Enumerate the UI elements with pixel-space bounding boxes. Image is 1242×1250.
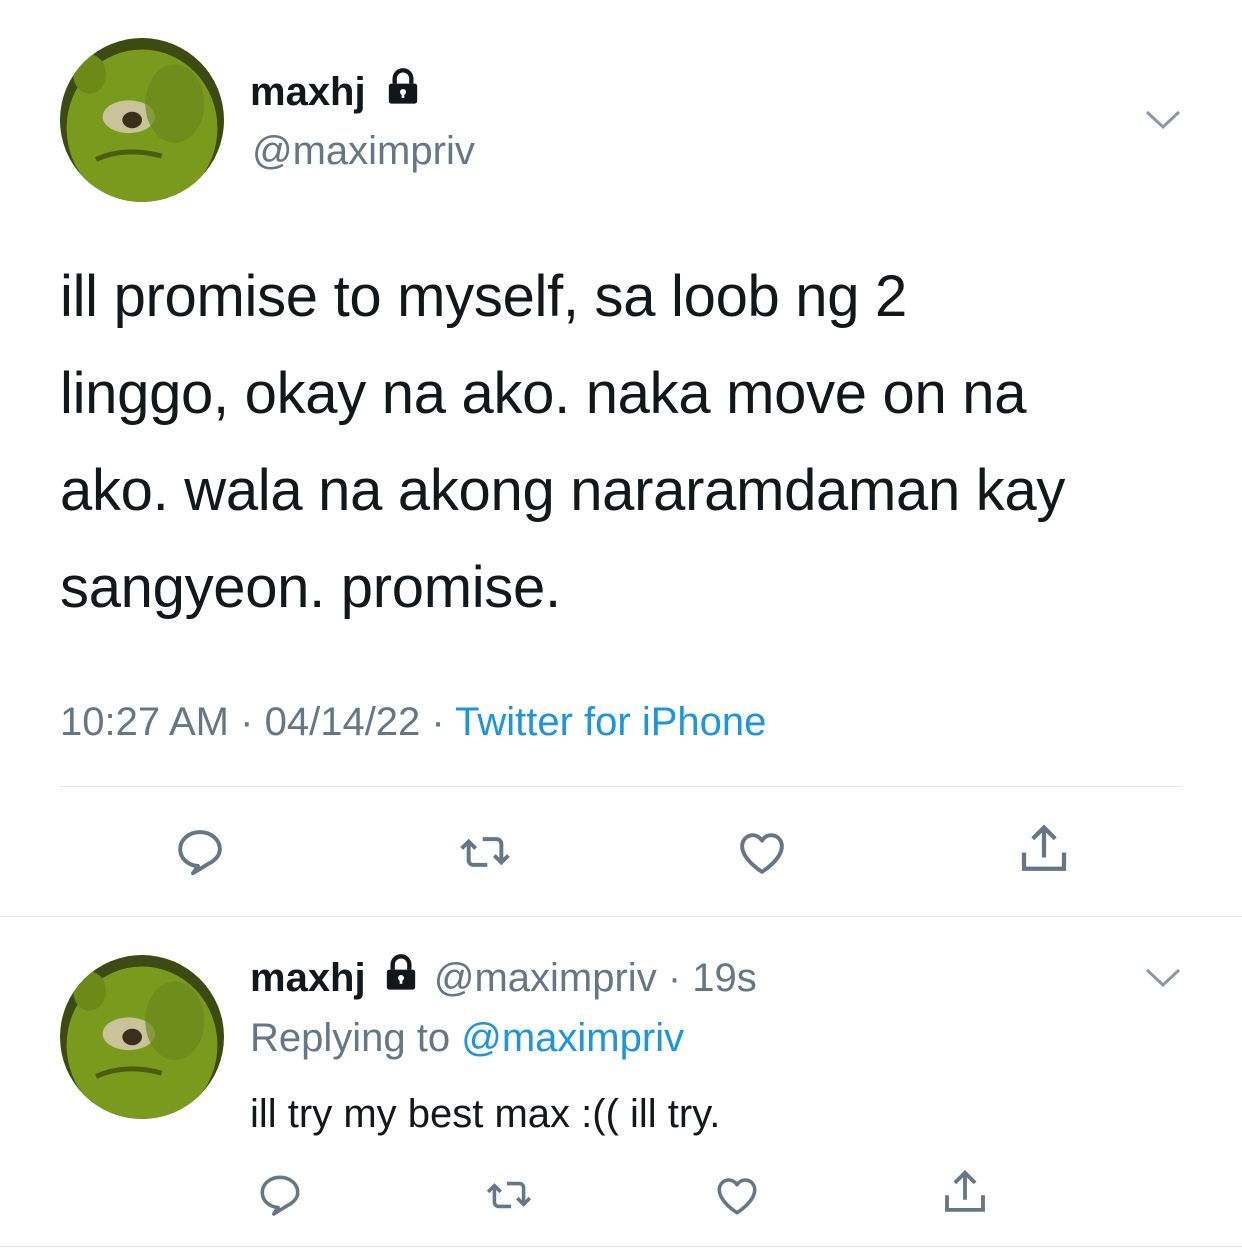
reply-icon (260, 1175, 300, 1216)
tweet-age: 19s (692, 956, 757, 1000)
avatar[interactable] (60, 955, 224, 1119)
divider (60, 786, 1182, 787)
share-icon (945, 1170, 985, 1212)
replying-to: Replying to @maximpriv (250, 1018, 684, 1058)
display-name[interactable]: maxhj (250, 956, 366, 1000)
tweet-time: 10:27 AM (60, 700, 230, 744)
retweet-icon (486, 1181, 532, 1209)
reply-button[interactable] (170, 822, 230, 882)
divider (0, 916, 1242, 917)
like-icon (717, 1178, 757, 1215)
chevron-down-icon[interactable] (1143, 100, 1183, 140)
like-button[interactable] (710, 1168, 764, 1222)
reply-header: maxhj @maximpriv · 19s (250, 954, 757, 1000)
like-button[interactable] (731, 822, 793, 882)
share-button[interactable] (1012, 818, 1076, 882)
tweet-text-line: linggo, okay na ako. naka move on na (60, 361, 1027, 426)
display-name-text[interactable]: maxhj (250, 70, 366, 114)
lock-icon (383, 67, 423, 114)
meta-separator: · (431, 700, 445, 744)
tweet-text-line: ill promise to myself, sa loob ng 2 (60, 264, 907, 329)
share-button[interactable] (936, 1164, 994, 1222)
tweet-text-line: sangyeon. promise. (60, 555, 561, 620)
reply-button[interactable] (253, 1168, 307, 1222)
share-icon (1021, 824, 1067, 871)
tweet-text: ill promise to myself, sa loob ng 2 ling… (60, 248, 1220, 636)
avatar[interactable] (60, 38, 224, 202)
replying-prefix: Replying to (250, 1016, 451, 1060)
mention-link[interactable]: @maximpriv (461, 1016, 684, 1060)
meta-separator: · (240, 700, 254, 744)
retweet-button[interactable] (453, 822, 517, 882)
lock-icon (381, 953, 421, 1000)
tweet-text: ill try my best max :(( ill try. (250, 1092, 721, 1136)
display-name[interactable]: maxhj (250, 68, 423, 114)
tweet-source-link[interactable]: Twitter for iPhone (455, 700, 766, 744)
like-icon (740, 833, 784, 874)
meta-separator: · (667, 956, 682, 1000)
retweet-icon (460, 837, 510, 867)
retweet-button[interactable] (480, 1168, 538, 1222)
tweet-text-line: ako. wala na akong nararamdaman kay (60, 458, 1066, 523)
tweet-meta: 10:27 AM · 04/14/22 · Twitter for iPhone (60, 702, 766, 742)
reply-icon (178, 830, 222, 876)
divider (0, 1246, 1242, 1247)
user-handle[interactable]: @maximpriv (252, 131, 475, 171)
tweet-date: 04/14/22 (264, 700, 421, 744)
user-handle[interactable]: @maximpriv (434, 956, 657, 1000)
chevron-down-icon[interactable] (1143, 958, 1183, 998)
